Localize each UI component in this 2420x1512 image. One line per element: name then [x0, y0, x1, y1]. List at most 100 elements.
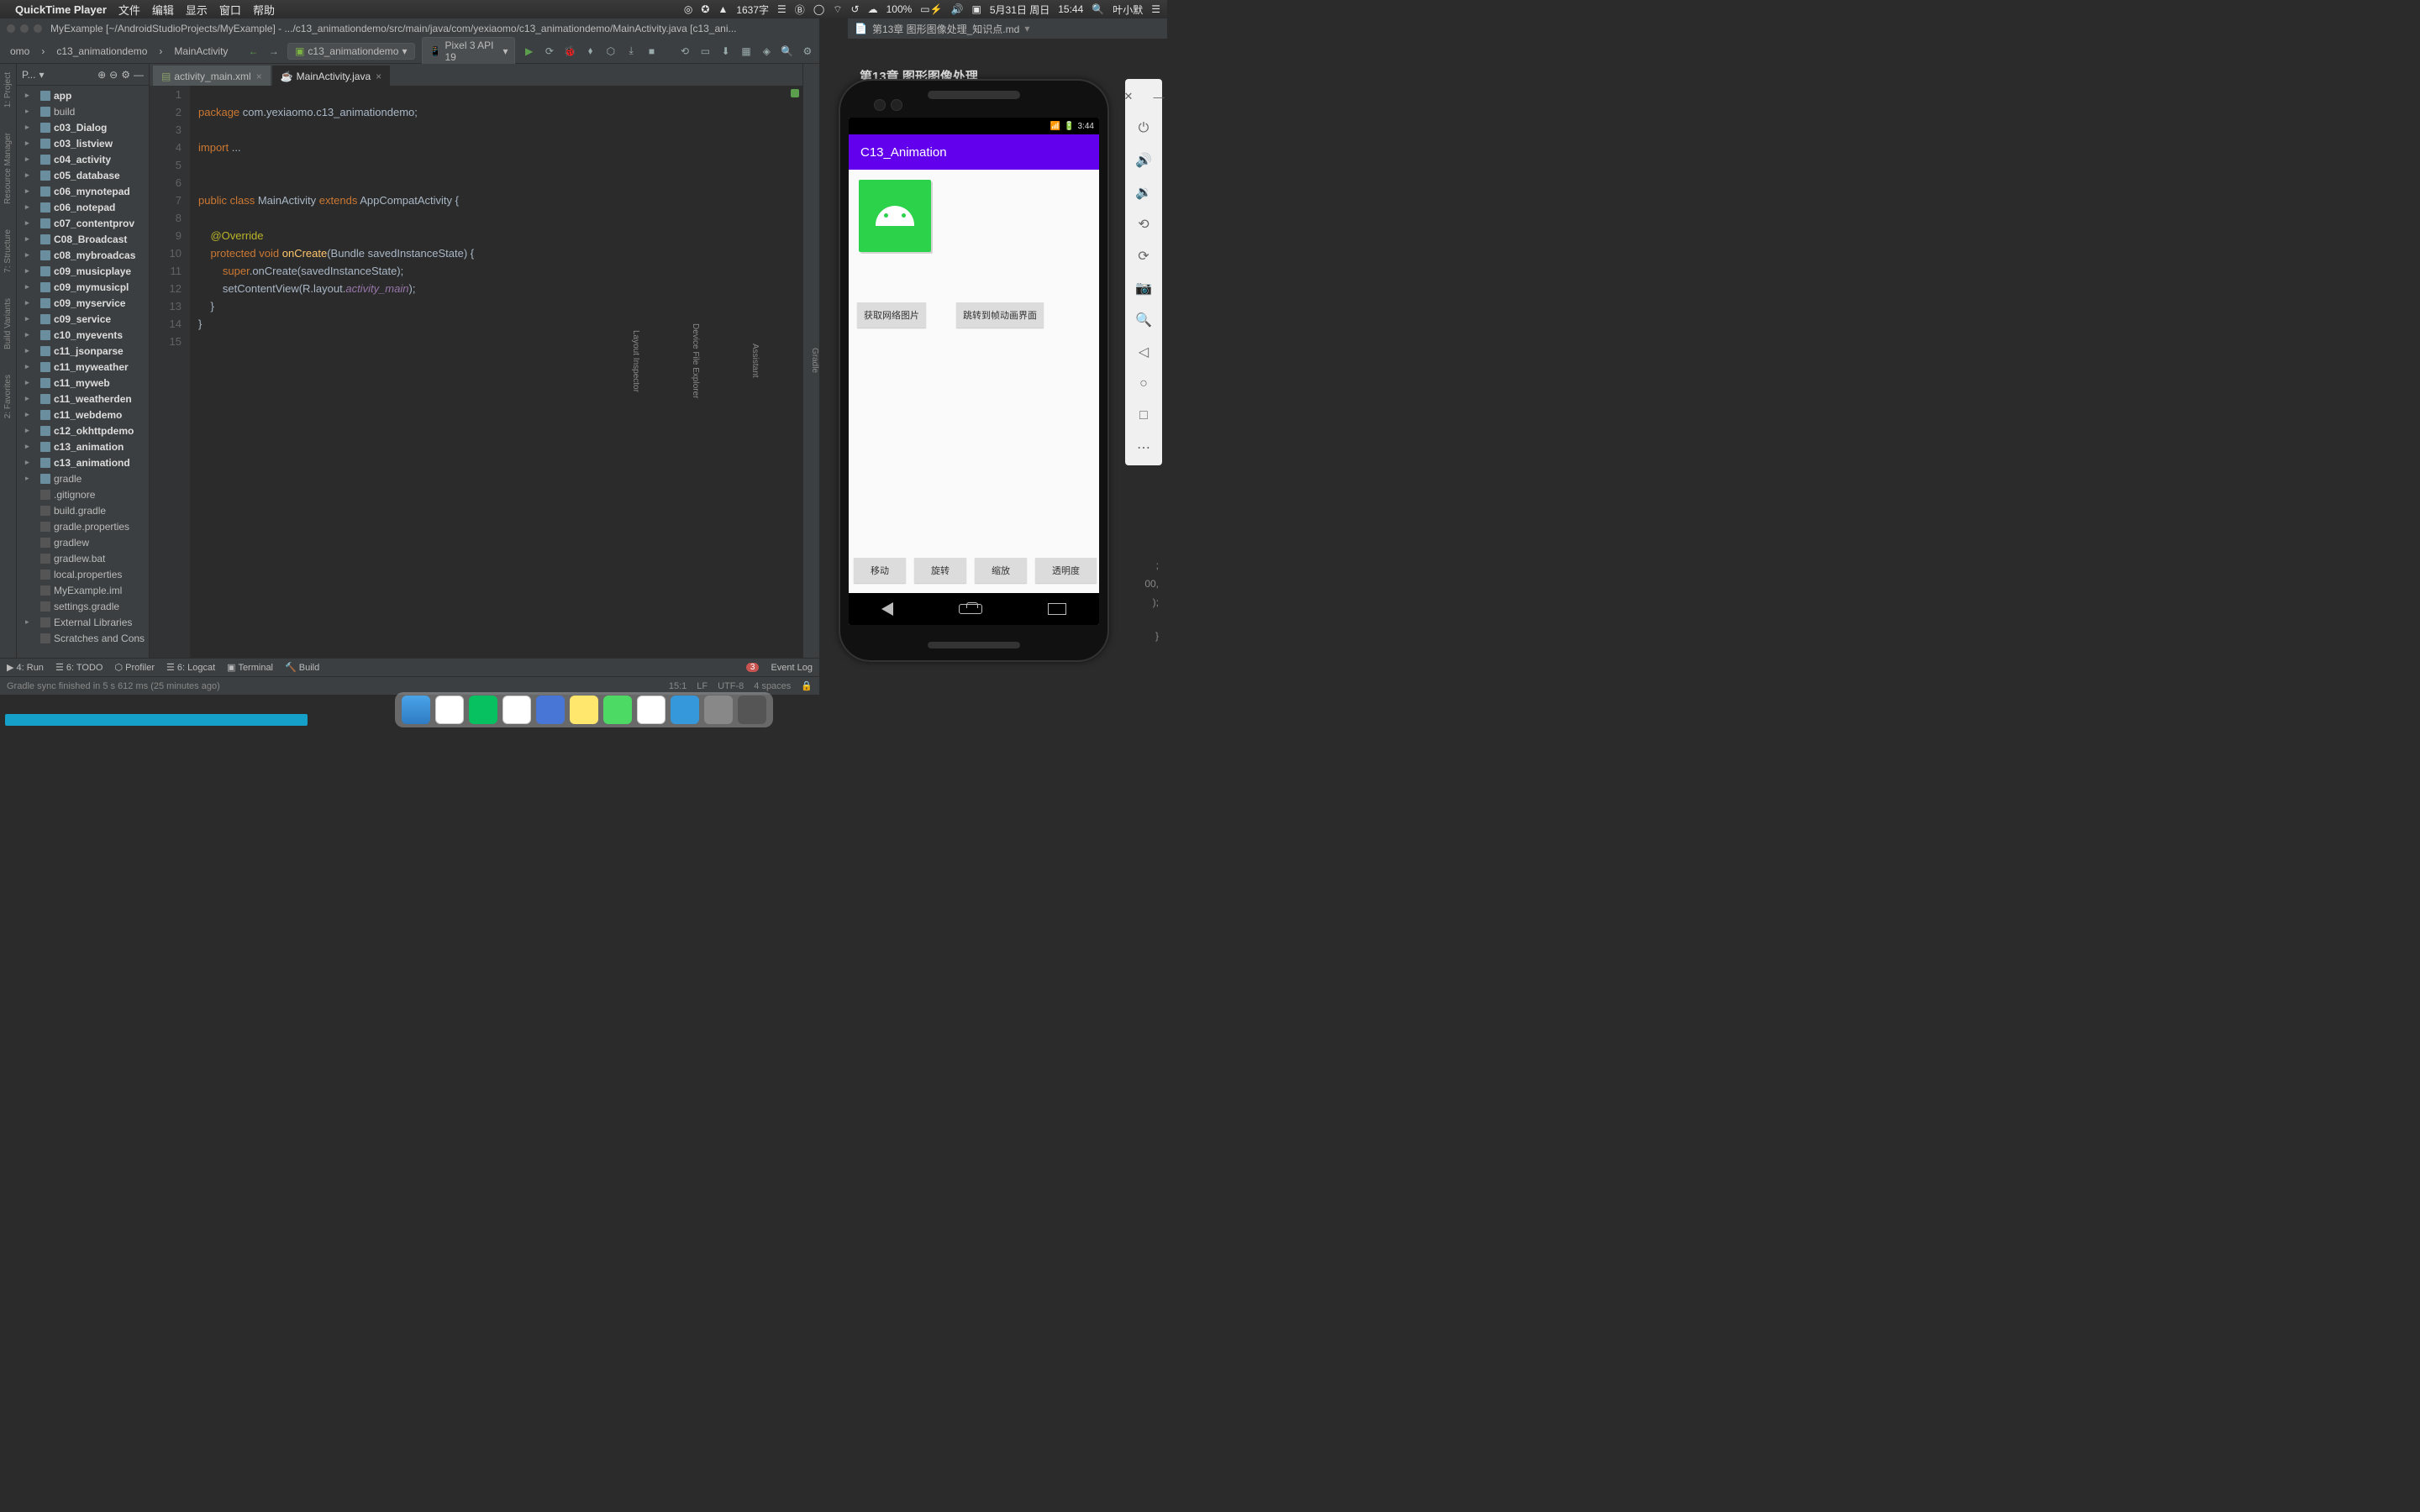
zoom-window-icon[interactable]	[34, 24, 42, 33]
tree-item[interactable]: ▸c10_myevents	[17, 327, 149, 343]
stop-icon[interactable]: ■	[644, 44, 658, 59]
scale-button[interactable]: 缩放	[975, 558, 1027, 583]
volume-icon[interactable]: 🔊	[951, 3, 964, 15]
quicktime-progress-bar[interactable]	[5, 714, 308, 726]
tool-logcat[interactable]: ☰ 6: Logcat	[166, 662, 215, 673]
menu-file[interactable]: 文件	[118, 2, 140, 18]
tree-item[interactable]: ▸c09_musicplaye	[17, 263, 149, 279]
tree-item[interactable]: ▸c05_database	[17, 167, 149, 183]
wifi-icon[interactable]: ⌔	[833, 3, 842, 16]
indent[interactable]: 4 spaces	[754, 681, 791, 691]
tool-resource-manager[interactable]: Resource Manager	[3, 133, 13, 204]
alpha-button[interactable]: 透明度	[1035, 558, 1097, 583]
tree-item[interactable]: ▸C08_Broadcast	[17, 231, 149, 247]
menu-extra-icon[interactable]: ☰	[777, 3, 786, 15]
tool-favorites[interactable]: 2: Favorites	[3, 375, 13, 418]
tree-item[interactable]: ▸c06_notepad	[17, 199, 149, 215]
dock-trash[interactable]	[738, 696, 766, 724]
tree-item[interactable]: ▸gradle	[17, 470, 149, 486]
dock-finder[interactable]	[402, 696, 430, 724]
tree-item[interactable]: ▸c11_weatherden	[17, 391, 149, 407]
tool-structure[interactable]: 7: Structure	[3, 229, 13, 273]
nav-back-icon[interactable]	[881, 602, 893, 616]
code-editor[interactable]: 123456789101112131415 package com.yexiao…	[150, 86, 802, 658]
tool-build[interactable]: 🔨 Build	[285, 662, 319, 673]
caret-position[interactable]: 15:1	[669, 681, 687, 691]
move-button[interactable]: 移动	[854, 558, 906, 583]
inspection-ok-icon[interactable]	[791, 89, 799, 97]
tree-item[interactable]: gradle.properties	[17, 518, 149, 534]
camera-icon[interactable]: 📷	[1131, 276, 1156, 301]
tree-item[interactable]: ▸c06_mynotepad	[17, 183, 149, 199]
emulator-screen[interactable]: 📶 🔋 3:44 C13_Animation 获取网络图片 跳转到帧动画界面 移…	[849, 118, 1099, 625]
emu-overview-icon[interactable]: □	[1131, 403, 1156, 428]
tab-activity-main-xml[interactable]: ▤ activity_main.xml ×	[153, 66, 271, 86]
tree-item[interactable]: ▸c03_Dialog	[17, 119, 149, 135]
menu-edit[interactable]: 编辑	[152, 2, 174, 18]
tree-item[interactable]: ▸c13_animationd	[17, 454, 149, 470]
nav-home-icon[interactable]	[959, 604, 982, 614]
tool-profiler[interactable]: ⬡ Profiler	[114, 662, 155, 673]
layout-icon[interactable]: ▦	[739, 44, 753, 59]
encoding[interactable]: UTF-8	[718, 681, 744, 691]
tree-item[interactable]: gradlew	[17, 534, 149, 550]
breadcrumb-2[interactable]: MainActivity	[169, 44, 233, 59]
nav-overview-icon[interactable]	[1048, 603, 1066, 615]
battery-icon[interactable]: ▭⚡	[920, 3, 942, 15]
coverage-icon[interactable]: ⬧	[583, 44, 597, 59]
tree-item[interactable]: ▸c03_listview	[17, 135, 149, 151]
apply-changes-icon[interactable]: ⟳	[543, 44, 556, 59]
tool-todo[interactable]: ☰ 6: TODO	[55, 662, 103, 673]
tree-item[interactable]: ▸c04_activity	[17, 151, 149, 167]
tool-project[interactable]: 1: Project	[3, 72, 13, 108]
tree-item[interactable]: ▸External Libraries	[17, 614, 149, 630]
menu-help[interactable]: 帮助	[253, 2, 275, 18]
sdk-icon[interactable]: ⬇	[719, 44, 733, 59]
tree-item[interactable]: settings.gradle	[17, 598, 149, 614]
tree-item[interactable]: ▸build	[17, 103, 149, 119]
project-tree[interactable]: ▸app▸build▸c03_Dialog▸c03_listview▸c04_a…	[17, 86, 149, 658]
attach-icon[interactable]: ⤓	[624, 44, 638, 59]
volume-down-icon[interactable]: 🔉	[1131, 180, 1156, 205]
control-center-icon[interactable]: ☰	[1151, 3, 1160, 15]
globe-icon[interactable]: ✪	[701, 3, 709, 15]
bg-tab-label[interactable]: 第13章 图形图像处理_知识点.md	[872, 22, 1019, 36]
dock-app3[interactable]	[671, 696, 699, 724]
tree-item[interactable]: ▸c09_service	[17, 311, 149, 327]
tree-item[interactable]: build.gradle	[17, 502, 149, 518]
line-separator[interactable]: LF	[697, 681, 708, 691]
tree-item[interactable]: ▸c07_contentprov	[17, 215, 149, 231]
tool-run[interactable]: ▶ 4: Run	[7, 662, 44, 673]
breadcrumb-0[interactable]: omo	[5, 44, 34, 59]
tree-item[interactable]: Scratches and Cons	[17, 630, 149, 646]
run-icon[interactable]: ▶	[522, 44, 535, 59]
lock-icon[interactable]: 🔒	[801, 680, 813, 691]
emulator-close-icon[interactable]: ✕	[1116, 84, 1141, 109]
resource-icon[interactable]: ◈	[760, 44, 773, 59]
tree-item[interactable]: ▸c09_myservice	[17, 295, 149, 311]
tree-item[interactable]: ▸c09_mymusicpl	[17, 279, 149, 295]
active-app-name[interactable]: QuickTime Player	[15, 3, 107, 16]
tree-item[interactable]: ▸c11_jsonparse	[17, 343, 149, 359]
nav-fwd-icon[interactable]: →	[267, 44, 281, 59]
rotate-left-icon[interactable]: ⟲	[1131, 212, 1156, 237]
device-dropdown[interactable]: 📱 Pixel 3 API 19 ▾	[422, 37, 516, 66]
close-window-icon[interactable]	[7, 24, 15, 33]
emulator-minimize-icon[interactable]: —	[1146, 84, 1171, 109]
notification-icon[interactable]: ▲	[718, 3, 728, 15]
tree-item[interactable]: ▸c11_myweb	[17, 375, 149, 391]
close-tab-icon[interactable]: ×	[376, 71, 381, 82]
tree-item[interactable]: MyExample.iml	[17, 582, 149, 598]
dock-stickies[interactable]	[570, 696, 598, 724]
volume-up-icon[interactable]: 🔊	[1131, 148, 1156, 173]
minimize-window-icon[interactable]	[20, 24, 29, 33]
hide-icon[interactable]: —	[134, 69, 144, 81]
profile-icon[interactable]: ⬡	[604, 44, 618, 59]
timemachine-icon[interactable]: ↺	[851, 3, 860, 15]
emu-home-icon[interactable]: ○	[1131, 371, 1156, 396]
tool-gradle[interactable]: Gradle	[810, 348, 819, 373]
project-view-dropdown[interactable]: P...	[22, 69, 35, 81]
app-icon[interactable]: ▣	[972, 3, 981, 15]
search-icon[interactable]: 🔍	[780, 44, 793, 59]
dock-app1[interactable]	[603, 696, 632, 724]
